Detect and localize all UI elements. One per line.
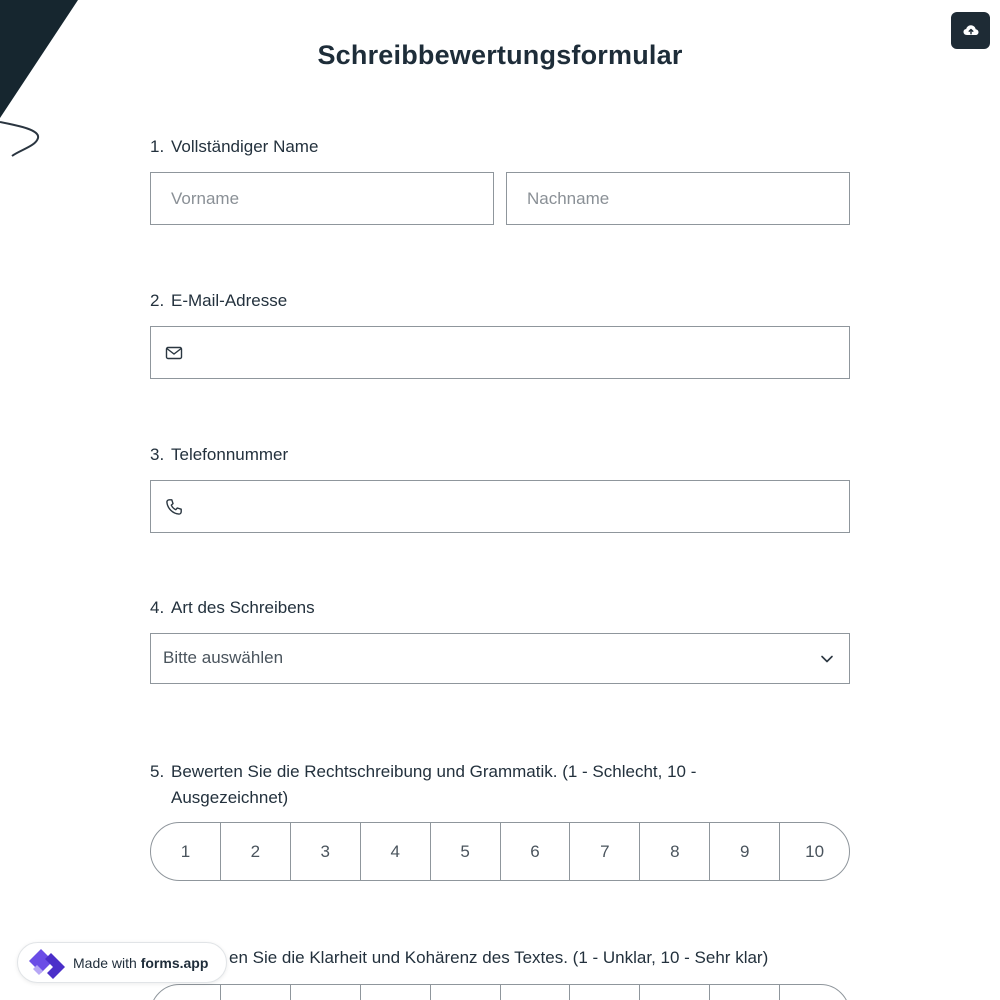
chevron-down-icon: [821, 655, 833, 663]
first-name-input[interactable]: [150, 172, 494, 225]
form-title: Schreibbewertungsformular: [317, 40, 683, 70]
phone-input[interactable]: [195, 481, 849, 532]
made-with-badge[interactable]: Made with forms.app: [17, 942, 227, 983]
spelling-rating-option-1[interactable]: 1: [151, 823, 221, 880]
clarity-rating-option-5[interactable]: 5: [431, 985, 501, 1000]
spelling-rating-option-7[interactable]: 7: [570, 823, 641, 880]
question-label-spelling: 5. Bewerten Sie die Rechtschreibung und G…: [150, 762, 697, 807]
email-field[interactable]: [150, 326, 850, 379]
question-label-clarity: en Sie die Klarheit und Kohärenz des Tex…: [229, 948, 769, 967]
spelling-rating-option-10[interactable]: 10: [780, 823, 849, 880]
spelling-rating: 1 2 3 4 5 6 7 8 9 10: [150, 822, 850, 881]
clarity-rating-option-4[interactable]: 4: [361, 985, 431, 1000]
question-label-phone: 3. Telefonnummer: [150, 445, 289, 464]
clarity-rating: 12345678910: [150, 984, 850, 1000]
select-value: Bitte auswählen: [163, 648, 284, 667]
clarity-rating-option-6[interactable]: 6: [501, 985, 571, 1000]
spelling-rating-option-6[interactable]: 6: [501, 823, 571, 880]
clarity-rating-option-10[interactable]: 10: [780, 985, 849, 1000]
question-label-email: 2. E-Mail-Adresse: [150, 291, 288, 310]
spelling-rating-option-5[interactable]: 5: [431, 823, 501, 880]
clarity-rating-option-7[interactable]: 7: [570, 985, 641, 1000]
spelling-rating-option-8[interactable]: 8: [640, 823, 711, 880]
spelling-rating-option-3[interactable]: 3: [291, 823, 361, 880]
spelling-rating-option-9[interactable]: 9: [710, 823, 781, 880]
clarity-rating-option-9[interactable]: 9: [710, 985, 781, 1000]
clarity-rating-option-1[interactable]: 1: [151, 985, 221, 1000]
cloud-upload-icon: [963, 24, 978, 35]
email-input[interactable]: [195, 327, 849, 378]
badge-text: Made with forms.app: [73, 955, 209, 971]
clarity-rating-option-8[interactable]: 8: [640, 985, 711, 1000]
envelope-icon: [165, 346, 183, 360]
clarity-rating-option-3[interactable]: 3: [291, 985, 361, 1000]
phone-field[interactable]: [150, 480, 850, 533]
question-label-type: 4. Art des Schreibens: [150, 598, 315, 617]
question-label-name: 1. Vollständiger Name: [150, 137, 319, 156]
corner-decoration: [0, 0, 78, 157]
writing-type-select[interactable]: Bitte auswählen: [150, 633, 850, 684]
phone-icon: [166, 499, 182, 515]
forms-app-logo-icon: [29, 949, 65, 979]
last-name-input[interactable]: [506, 172, 850, 225]
spelling-rating-option-4[interactable]: 4: [361, 823, 431, 880]
clarity-rating-option-2[interactable]: 2: [221, 985, 291, 1000]
spelling-rating-option-2[interactable]: 2: [221, 823, 291, 880]
